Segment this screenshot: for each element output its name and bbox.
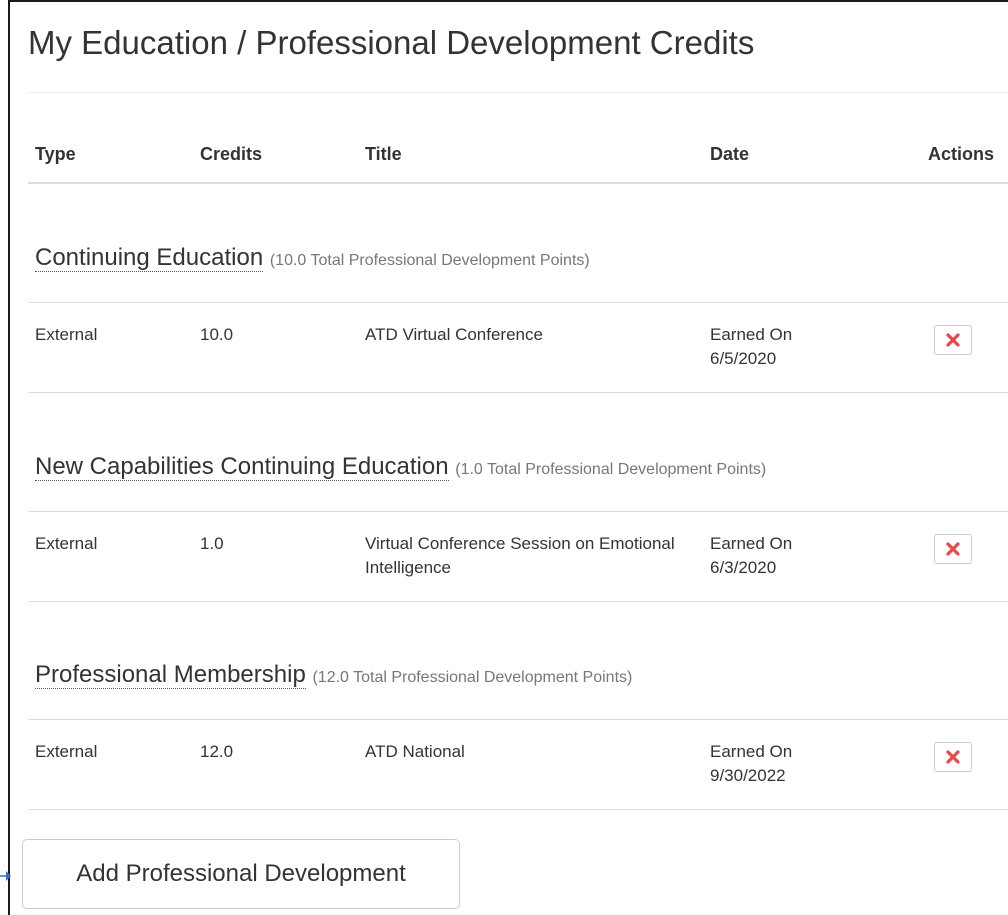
row-type: External [35,534,98,553]
row-type: External [35,325,98,344]
group-name-link[interactable]: New Capabilities Continuing Education [35,453,449,481]
header-type: Type [35,144,76,164]
row-date-label: Earned On [710,325,793,344]
row-date: Earned On 9/30/2022 [710,740,890,788]
row-date-label: Earned On [710,534,793,553]
table-row: External 1.0 Virtual Conference Session … [28,511,1008,602]
group-heading-professional-membership: Professional Membership (12.0 Total Prof… [35,661,632,689]
header-date: Date [710,144,750,164]
page-title: My Education / Professional Development … [28,24,755,61]
credits-panel: My Education / Professional Development … [8,0,1008,915]
group-name-link[interactable]: Continuing Education [35,244,264,272]
row-date-value: 6/5/2020 [710,349,777,368]
row-date-value: 6/3/2020 [710,558,777,577]
header-credits: Credits [200,144,263,164]
group-heading-new-capabilities: New Capabilities Continuing Education (1… [35,453,766,481]
row-credits: 12.0 [200,742,234,761]
delete-button[interactable] [934,534,972,564]
table-row: External 12.0 ATD National Earned On 9/3… [28,719,1008,810]
table-row: External 10.0 ATD Virtual Conference Ear… [28,302,1008,393]
arrow-pointer-icon [0,871,11,881]
red-x-icon [946,750,960,764]
row-date: Earned On 6/5/2020 [710,323,890,371]
row-credits: 1.0 [200,534,224,553]
row-date-label: Earned On [710,742,793,761]
row-type: External [35,742,98,761]
delete-button[interactable] [934,325,972,355]
row-title: ATD Virtual Conference [365,325,543,344]
row-date-value: 9/30/2022 [710,766,786,785]
title-divider [28,92,1008,93]
group-total: (10.0 Total Professional Development Poi… [269,252,590,269]
header-title: Title [365,144,402,164]
group-heading-continuing-education: Continuing Education (10.0 Total Profess… [35,244,590,272]
row-date: Earned On 6/3/2020 [710,532,890,580]
header-actions: Actions [928,144,995,164]
group-name-link[interactable]: Professional Membership [35,661,306,689]
group-total: (1.0 Total Professional Development Poin… [455,461,767,478]
red-x-icon [946,542,960,556]
delete-button[interactable] [934,742,972,772]
group-total: (12.0 Total Professional Development Poi… [312,669,633,686]
table-header: Type Credits Title Date Actions [28,120,1008,184]
red-x-icon [946,333,960,347]
add-professional-development-button[interactable]: Add Professional Development [22,839,460,909]
row-credits: 10.0 [200,325,234,344]
row-title: ATD National [365,742,465,761]
row-title: Virtual Conference Session on Emotional … [365,534,675,577]
